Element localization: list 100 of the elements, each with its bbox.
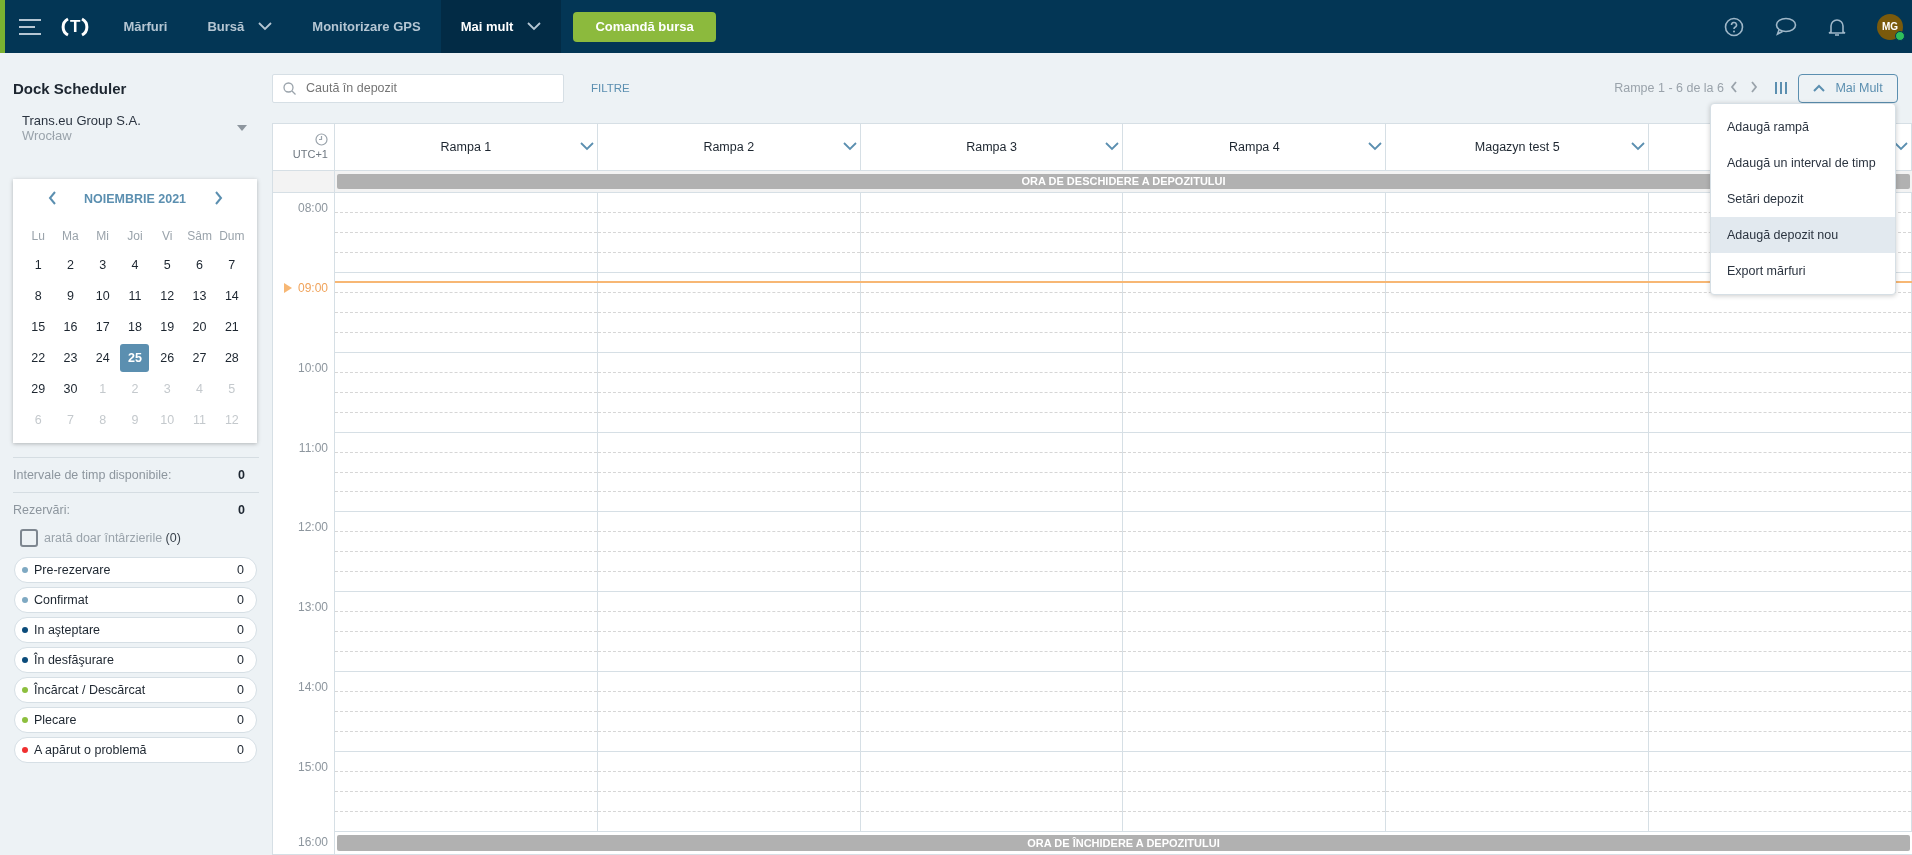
chevron-down-icon [1631, 142, 1646, 151]
current-time-label: 09:00 [273, 280, 328, 295]
warehouse-select[interactable]: Trans.eu Group S.A. Wrocław [22, 113, 259, 143]
ramp-name: Rampa 4 [1229, 139, 1280, 154]
search-icon [283, 81, 296, 95]
status-filter[interactable]: Confirmat 0 [14, 587, 257, 613]
calendar-day[interactable]: 26 [152, 343, 182, 372]
chevron-down-icon [1368, 142, 1383, 151]
calendar-day[interactable]: 19 [152, 312, 182, 341]
hour-label: 16:00 [297, 835, 328, 850]
bell-icon[interactable] [1828, 16, 1846, 37]
logo[interactable]: T [61, 14, 90, 39]
chevron-down-icon [579, 142, 594, 151]
calendar-day[interactable]: 13 [185, 281, 215, 310]
ramp-name: Rampa 1 [440, 139, 492, 154]
menu-item[interactable]: Adaugă depozit nou [1711, 217, 1895, 253]
menu-item[interactable]: Export mărfuri [1711, 253, 1895, 289]
page-title: Dock Scheduler [13, 80, 128, 97]
calendar-day[interactable]: 15 [23, 312, 53, 341]
calendar-day[interactable]: 9 [55, 281, 85, 310]
status-filter[interactable]: În desfăşurare 0 [14, 647, 257, 673]
calendar-day[interactable]: 8 [23, 281, 53, 310]
calendar-day[interactable]: 1 [23, 250, 53, 279]
next-month-button[interactable] [212, 191, 224, 207]
clock-icon [315, 133, 328, 147]
calendar-day[interactable]: 20 [185, 312, 215, 341]
calendar-day[interactable]: 16 [55, 312, 85, 341]
hour-label: 08:00 [297, 200, 328, 215]
calendar-day[interactable]: 6 [185, 250, 215, 279]
weekday-label: Sâm [186, 229, 213, 243]
calendar-day[interactable]: 17 [88, 312, 118, 341]
stat-value: 0 [238, 503, 245, 517]
chevron-down-icon [842, 142, 857, 151]
hour-label: 15:00 [297, 760, 328, 775]
calendar-day[interactable]: 27 [185, 343, 215, 372]
calendar-day[interactable]: 22 [23, 343, 53, 372]
menu-item[interactable]: Adaugă rampă [1711, 109, 1895, 145]
calendar-day[interactable]: 11 [120, 281, 150, 310]
month-title: NOIEMBRIE 2021 [83, 192, 187, 206]
chevron-right-icon [1750, 80, 1758, 93]
stat-value: 0 [238, 468, 245, 482]
chevron-down-icon [1105, 142, 1120, 151]
weekday-label: Dum [218, 229, 246, 243]
hour-label: 10:00 [297, 360, 328, 375]
calendar-day[interactable]: 14 [217, 281, 247, 310]
hour-label: 13:00 [297, 600, 328, 615]
triangle-marker-icon [283, 282, 292, 293]
chat-icon[interactable] [1775, 17, 1797, 36]
status-filter[interactable]: Pre-rezervare 0 [14, 557, 257, 583]
checkbox[interactable] [20, 529, 38, 547]
status-filter[interactable]: A apărut o problemă 0 [14, 737, 257, 763]
status-filter[interactable]: In aşteptare 0 [14, 617, 257, 643]
status-filter[interactable]: Plecare 0 [14, 707, 257, 733]
ramp-name: Magazyn test 5 [1474, 139, 1560, 154]
stat-label: Rezervări: [13, 503, 70, 517]
nav-item[interactable]: Monitorizare GPS [292, 0, 441, 53]
calendar-day[interactable]: 5 [152, 250, 182, 279]
calendar-day[interactable]: 30 [55, 374, 85, 403]
weekday-label: Ma [61, 229, 80, 243]
status-filter[interactable]: Încărcat / Descărcat 0 [14, 677, 257, 703]
calendar-day[interactable]: 3 [88, 250, 118, 279]
calendar-day[interactable]: 2 [55, 250, 85, 279]
nav-item[interactable]: Bursă [187, 0, 293, 53]
hour-label: 14:00 [297, 680, 328, 695]
calendar-day[interactable]: 7 [217, 250, 247, 279]
help-icon[interactable] [1724, 16, 1744, 37]
chevron-down-icon [1893, 142, 1908, 151]
ramp-name: Rampa 3 [966, 139, 1017, 154]
chevron-up-icon [1813, 84, 1826, 92]
calendar-day[interactable]: 21 [217, 312, 247, 341]
hour-label: 11:00 [298, 440, 328, 455]
menu-icon[interactable] [19, 18, 41, 35]
calendar-day[interactable]: 23 [55, 343, 85, 372]
user-avatar[interactable]: MG [1877, 13, 1903, 40]
search-input[interactable]: Caută în depozit [304, 80, 553, 96]
columns-icon[interactable] [1774, 82, 1788, 94]
chevron-left-icon [1730, 80, 1738, 93]
weekday-label: Mi [95, 229, 111, 243]
calendar-day[interactable]: 28 [217, 343, 247, 372]
weekday-label: Vi [161, 229, 174, 243]
ramp-name: Rampa 2 [703, 139, 755, 154]
stat-label: Intervale de timp disponibile: [13, 468, 172, 482]
nav-item[interactable]: Mărfuri [103, 0, 188, 53]
previous-month-button[interactable] [46, 191, 58, 207]
calendar-day[interactable]: 10 [88, 281, 118, 310]
timezone-label: UTC+1 [292, 148, 328, 161]
calendar-day[interactable]: 24 [88, 343, 118, 372]
calendar-day[interactable]: 12 [152, 281, 182, 310]
checkbox-label[interactable]: arată doar întârzierile (0) [44, 531, 181, 545]
calendar-day[interactable]: 4 [120, 250, 150, 279]
caret-down-icon [237, 125, 247, 131]
nav-item[interactable]: Mai mult [440, 0, 562, 53]
pagination-label: Rampe 1 - 6 de la 6 [1614, 81, 1724, 95]
calendar-day[interactable]: 25 [120, 343, 150, 372]
calendar-day[interactable]: 18 [120, 312, 150, 341]
search-field[interactable]: Caută în depozit [272, 73, 564, 103]
hour-label: 12:00 [297, 520, 328, 535]
weekday-label: Joi [126, 229, 144, 243]
calendar-day[interactable]: 29 [23, 374, 53, 403]
weekday-label: Lu [30, 229, 46, 243]
